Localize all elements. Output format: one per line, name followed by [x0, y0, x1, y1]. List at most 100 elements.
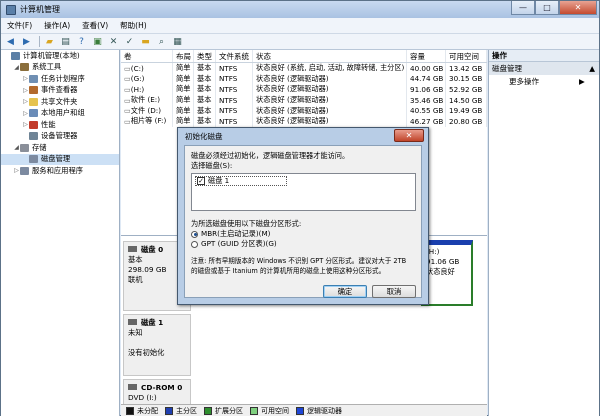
volume-row[interactable]: ▭ 相片等 (F:) 简单 基本 NTFS 状态良好 (逻辑驱动器) 46.27 GB 20…: [121, 115, 487, 127]
column-capacity[interactable]: 容量: [407, 50, 446, 62]
column-volume[interactable]: 卷: [121, 50, 173, 62]
tree-item[interactable]: 设备管理器: [1, 131, 119, 143]
volume-row[interactable]: ▭ (G:) 简单 基本 NTFS 状态良好 (逻辑驱动器) 44.74 GB 30.15 …: [121, 73, 487, 85]
dialog-intro: 磁盘必须经过初始化，逻辑磁盘管理器才能访问。: [191, 151, 350, 160]
forward-arrow-icon[interactable]: ▶: [20, 36, 33, 48]
cell-capacity-text: 44.74 GB: [410, 74, 444, 84]
delete-icon[interactable]: ✕: [107, 36, 120, 48]
disk-1-panel[interactable]: 磁盘 1 未知 没有初始化: [123, 314, 191, 376]
dialog-close-button[interactable]: ✕: [394, 129, 424, 142]
properties-icon[interactable]: ▤: [59, 36, 72, 48]
dialog-body: 磁盘必须经过初始化，逻辑磁盘管理器才能访问。 选择磁盘(S): ✓ 磁盘 1 为…: [184, 145, 422, 298]
mbr-radio[interactable]: [191, 230, 198, 238]
tree-item-label: 设备管理器: [41, 131, 78, 141]
tree-item[interactable]: ▷ 任务计划程序: [1, 73, 119, 85]
tree-expander-icon[interactable]: ▷: [22, 75, 29, 82]
cell-type-text: 基本: [197, 73, 212, 83]
tree-item[interactable]: 磁盘管理: [1, 153, 119, 165]
column-layout[interactable]: 布局: [173, 50, 194, 62]
dialog-title: 初始化磁盘: [185, 131, 223, 141]
cell-free-space-text: 52.92 GB: [449, 84, 483, 94]
disk-1-list-item[interactable]: ✓ 磁盘 1: [195, 176, 287, 186]
disk-1-item-label: 磁盘 1: [208, 176, 230, 185]
cell-volume-text: (H:): [130, 84, 145, 94]
tree-item[interactable]: ▷ 本地用户和组: [1, 108, 119, 120]
menu-file[interactable]: 文件(F): [1, 20, 38, 31]
disk-select-list[interactable]: ✓ 磁盘 1: [191, 173, 416, 211]
back-arrow-icon[interactable]: ◀: [4, 36, 17, 48]
gpt-option[interactable]: GPT (GUID 分区表)(G): [191, 239, 415, 249]
cell-status: 状态良好 (逻辑驱动器): [253, 73, 407, 85]
more-actions-label: 更多操作: [509, 77, 539, 86]
cell-volume-text: (G:): [130, 74, 145, 84]
volume-icon: ▭: [124, 95, 131, 105]
open-icon[interactable]: ▬: [139, 36, 152, 48]
volume-row[interactable]: ▭ 文件 (D:) 简单 基本 NTFS 状态良好 (逻辑驱动器) 40.55 GB 19.…: [121, 105, 487, 116]
refresh-icon[interactable]: ▣: [91, 36, 104, 48]
cell-type-text: 基本: [197, 95, 212, 105]
tree-expander-icon[interactable]: ◢: [13, 144, 20, 151]
volume-row[interactable]: ▭ 软件 (E:) 简单 基本 NTFS 状态良好 (逻辑驱动器) 35.46 GB 14.…: [121, 94, 487, 106]
disk-1-state: 没有初始化: [128, 348, 165, 357]
tree-item[interactable]: ▷ 事件查看器: [1, 85, 119, 97]
tree-node-icon: [11, 51, 20, 60]
tree-item[interactable]: ▷ 共享文件夹: [1, 96, 119, 108]
ok-button[interactable]: 确定: [323, 285, 367, 298]
tree-item[interactable]: 计算机管理(本地): [1, 50, 119, 62]
column-free-space[interactable]: 可用空间: [446, 50, 487, 62]
tree-item-label: 性能: [41, 119, 56, 129]
legend-swatch: [126, 407, 134, 415]
volume-row[interactable]: ▭ (C:) 简单 基本 NTFS 状态良好 (系统, 启动, 活动, 故障转储, 主分…: [121, 63, 487, 74]
menu-action[interactable]: 操作(A): [38, 20, 76, 31]
tree-item[interactable]: ◢ 存储: [1, 142, 119, 154]
cell-type-text: 基本: [197, 116, 212, 126]
window-title: 计算机管理: [20, 5, 60, 14]
legend-swatch: [250, 407, 258, 415]
tree-expander-icon[interactable]: ◢: [13, 64, 20, 71]
cancel-button[interactable]: 取消: [372, 285, 416, 298]
menu-view[interactable]: 查看(V): [76, 20, 114, 31]
gpt-radio[interactable]: [191, 240, 198, 248]
folder-up-icon[interactable]: ▰: [43, 36, 56, 48]
cell-capacity-text: 46.27 GB: [410, 116, 444, 126]
tree-node-icon: [20, 63, 29, 72]
tree-node-icon: [20, 143, 29, 152]
cell-volume: ▭ (C:): [121, 63, 173, 74]
tree-expander-icon[interactable]: ▷: [22, 110, 29, 117]
minimize-button[interactable]: —: [511, 1, 535, 15]
search-icon[interactable]: ⌕: [155, 36, 168, 48]
tree-item-label: 磁盘管理: [41, 154, 71, 164]
column-status[interactable]: 状态: [253, 50, 407, 62]
maximize-button[interactable]: □: [535, 1, 559, 15]
tree-item[interactable]: ▷ 服务和应用程序: [1, 165, 119, 177]
cell-capacity: 40.00 GB: [407, 63, 446, 74]
tree-item[interactable]: ▷ 性能: [1, 119, 119, 131]
tree-expander-icon[interactable]: ▷: [22, 121, 29, 128]
cell-status-text: 状态良好 (逻辑驱动器): [256, 84, 329, 94]
view-icon[interactable]: ▦: [171, 36, 184, 48]
cell-capacity-text: 91.06 GB: [410, 84, 444, 94]
menu-bar: 文件(F) 操作(A) 查看(V) 帮助(H): [1, 18, 599, 34]
column-filesystem[interactable]: 文件系统: [216, 50, 253, 62]
menu-help[interactable]: 帮助(H): [114, 20, 153, 31]
cell-layout: 简单: [173, 94, 194, 106]
actions-section-disk-management[interactable]: 磁盘管理 ▲: [489, 62, 599, 75]
cell-status-text: 状态良好 (逻辑驱动器): [256, 95, 329, 105]
more-actions-item[interactable]: 更多操作 ▶: [489, 75, 599, 88]
tree-expander-icon[interactable]: ▷: [13, 167, 20, 174]
volume-row[interactable]: ▭ (H:) 简单 基本 NTFS 状态良好 (逻辑驱动器) 91.06 GB 52.92 …: [121, 84, 487, 95]
tree-expander-icon[interactable]: ▷: [22, 98, 29, 105]
tree-node-icon: [29, 86, 38, 95]
collapse-arrow-icon: ▲: [589, 64, 595, 73]
close-button[interactable]: ✕: [559, 1, 597, 15]
help-icon[interactable]: ?: [75, 36, 88, 48]
cell-capacity: 40.55 GB: [407, 105, 446, 116]
disk-1-checkbox[interactable]: ✓: [197, 177, 205, 185]
volume-icon: ▭: [124, 74, 131, 84]
check-icon[interactable]: ✓: [123, 36, 136, 48]
mbr-option[interactable]: MBR(主启动记录)(M): [191, 229, 415, 239]
disk-1-type: 未知: [128, 328, 143, 337]
tree-expander-icon[interactable]: ▷: [22, 87, 29, 94]
column-type[interactable]: 类型: [194, 50, 216, 62]
tree-item[interactable]: ◢ 系统工具: [1, 62, 119, 74]
